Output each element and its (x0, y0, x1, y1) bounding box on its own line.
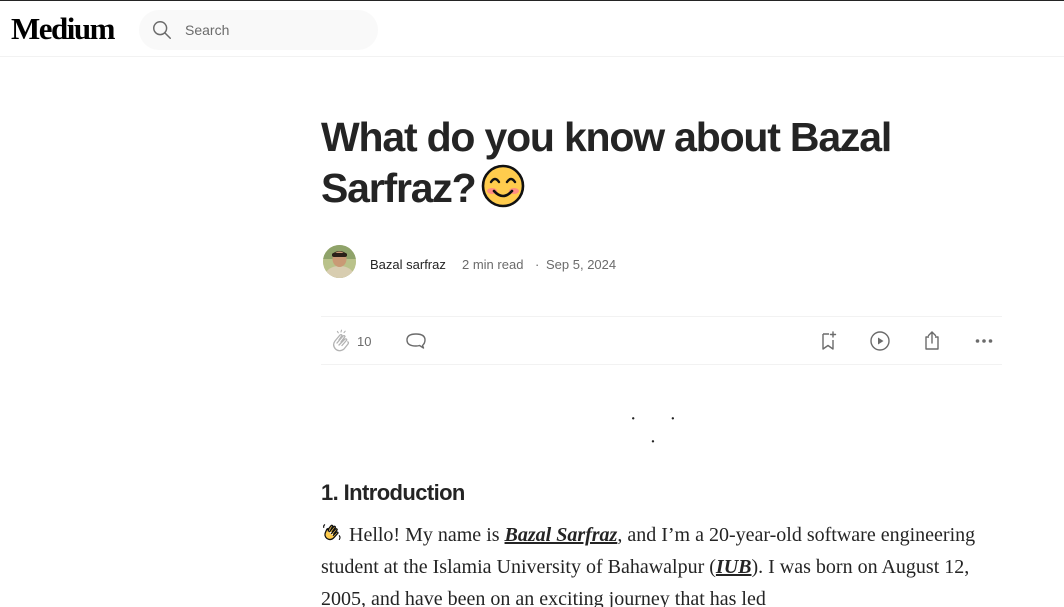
section-heading: 1. Introduction (321, 480, 465, 505)
avatar-image (323, 245, 356, 278)
clap-count: 10 (357, 334, 372, 349)
author-avatar[interactable] (323, 245, 356, 278)
author-meta-row: Bazal sarfraz 2 min read · Sep 5, 2024 (323, 245, 723, 279)
iub-link[interactable]: IUB (716, 556, 752, 578)
listen-play-icon[interactable] (868, 329, 892, 353)
meta-separator-dot: · (535, 257, 540, 272)
search-icon (153, 21, 171, 39)
comment-icon[interactable] (404, 329, 428, 353)
waving-hand-icon (323, 524, 341, 541)
bookmark-add-icon[interactable] (816, 329, 840, 353)
author-profile-link[interactable]: Bazal Sarfraz (505, 524, 618, 546)
read-time: 2 min read (462, 257, 524, 272)
search-box[interactable] (139, 10, 378, 50)
publish-date: Sep 5, 2024 (546, 257, 617, 272)
smiling-face-icon (482, 164, 525, 208)
author-name-link[interactable]: Bazal sarfraz (370, 257, 446, 272)
intro-paragraph: Hello! My name is Bazal Sarfraz, and I’m… (321, 519, 1002, 607)
more-options-icon[interactable] (972, 329, 996, 353)
intro-text-start: Hello! My name is (349, 524, 505, 546)
share-icon[interactable] (920, 329, 944, 353)
article-title: What do you know about Bazal Sarfraz? (321, 112, 1021, 214)
article-title-text: What do you know about Bazal Sarfraz? (321, 114, 892, 211)
top-navigation-bar: Medium (0, 0, 1064, 57)
section-separator: · · · (629, 408, 691, 453)
search-input[interactable] (185, 10, 365, 50)
clap-icon[interactable] (329, 329, 353, 353)
medium-logo[interactable]: Medium (11, 11, 115, 47)
article-action-bar: 10 (321, 316, 1002, 365)
